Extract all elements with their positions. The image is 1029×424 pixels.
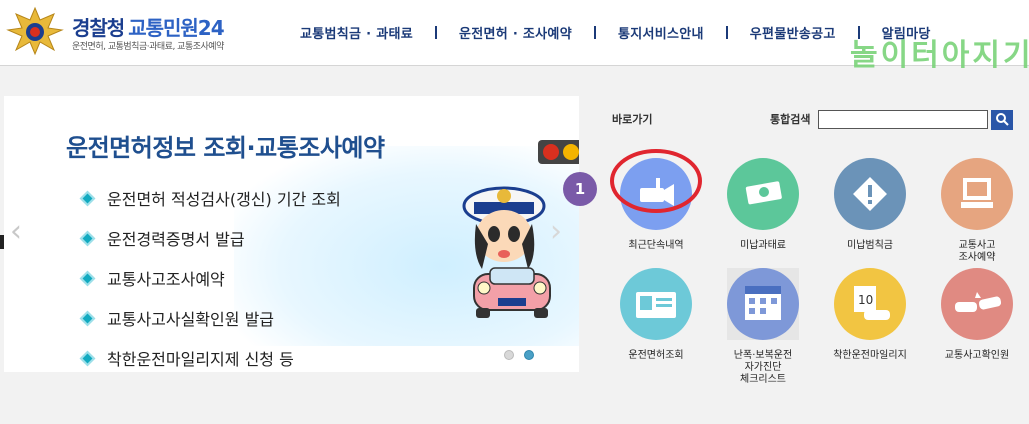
- search-icon: [996, 112, 1009, 126]
- tile-unpaid-penalty[interactable]: 미납범칙금: [820, 158, 920, 278]
- banner-title: 운전면허정보 조회·교통조사예약: [66, 134, 385, 162]
- list-item-text: 운전경력증명서 발급: [107, 230, 245, 249]
- diamond-bullet-icon: [79, 190, 96, 206]
- logo[interactable]: 경찰청 교통민원24 운전면허, 교통범칙금·과태료, 교통조사예약: [4, 6, 294, 56]
- tile-label: 난폭·보복운전 자가진단 체크리스트: [733, 350, 793, 385]
- money-icon: [727, 158, 799, 230]
- next-slide-arrow-icon[interactable]: ›: [550, 214, 562, 249]
- traffic-light-icon: [538, 140, 579, 164]
- tile-label: 미납과태료: [740, 240, 786, 251]
- nav-divider: [434, 25, 437, 39]
- shortcut-heading: 바로가기: [612, 113, 653, 126]
- tile-label: 최근단속내역: [628, 240, 684, 251]
- nav-notice-service[interactable]: 통지서비스안내: [618, 23, 704, 42]
- tile-label: 운전면허조회: [628, 350, 684, 361]
- mileage-icon: 10: [834, 268, 906, 340]
- step-badge: 1: [563, 172, 597, 206]
- warning-icon: [834, 158, 906, 230]
- nav-fines[interactable]: 교통범칙금 · 과태료: [300, 23, 413, 42]
- search-input[interactable]: [818, 110, 988, 129]
- list-item-text: 교통사고조사예약: [107, 270, 225, 289]
- list-item-text: 착한운전마일리지제 신청 등: [107, 350, 294, 369]
- slide-dot-1[interactable]: [504, 350, 514, 360]
- site-header: 경찰청 교통민원24 운전면허, 교통범칙금·과태료, 교통조사예약 교통범칙금 …: [0, 0, 1029, 73]
- nav-divider: [725, 25, 728, 39]
- diamond-bullet-icon: [79, 310, 96, 326]
- logo-title: 경찰청 교통민원24: [72, 12, 225, 41]
- slide-indicator: [504, 350, 534, 360]
- diamond-bullet-icon: [79, 230, 96, 246]
- tile-accident-certificate[interactable]: 교통사고확인원: [927, 268, 1027, 388]
- logo-main-text: 경찰청: [72, 16, 125, 40]
- prev-slide-arrow-icon[interactable]: ‹: [10, 214, 22, 249]
- list-item-text: 운전면허 적성검사(갱신) 기간 조회: [107, 190, 341, 209]
- logo-service-text: 교통민원24: [128, 16, 224, 40]
- main-banner: 운전면허정보 조회·교통조사예약 운전면허 적성검사(갱신) 기간 조회 운전경…: [4, 96, 579, 372]
- search-button[interactable]: [991, 110, 1013, 130]
- crash-icon: [941, 268, 1013, 340]
- main-nav: 교통범칙금 · 과태료 운전면허 · 조사예약 통지서비스안내 우편물반송공고 …: [300, 22, 931, 42]
- watermark: 놀이터아지기: [850, 38, 1029, 73]
- tile-driving-checklist[interactable]: 난폭·보복운전 자가진단 체크리스트: [713, 268, 813, 388]
- diamond-bullet-icon: [79, 270, 96, 286]
- list-item: 착한운전마일리지제 신청 등: [79, 338, 341, 372]
- nav-divider: [593, 25, 596, 39]
- tile-unpaid-fine[interactable]: 미납과태료: [713, 158, 813, 278]
- logo-tagline: 운전면허, 교통범칙금·과태료, 교통조사예약: [72, 42, 224, 52]
- tile-label: 교통사고확인원: [944, 350, 1010, 361]
- id-card-icon: [620, 268, 692, 340]
- list-item: 교통사고조사예약: [79, 258, 341, 298]
- calendar-icon: [727, 268, 799, 340]
- police-emblem-icon: [6, 6, 64, 56]
- search-label: 통합검색: [770, 113, 811, 126]
- tile-label: 착한운전마일리지: [833, 350, 907, 361]
- police-mascot-illustration: [462, 186, 551, 318]
- tile-label: 미납범칙금: [847, 240, 893, 251]
- slide-dot-2[interactable]: [524, 350, 534, 360]
- diamond-bullet-icon: [79, 350, 96, 366]
- tile-label: 교통사고 조사예약: [958, 240, 996, 263]
- tile-accident-booking[interactable]: 교통사고 조사예약: [927, 158, 1027, 278]
- computer-icon: [941, 158, 1013, 230]
- banner-list: 운전면허 적성검사(갱신) 기간 조회 운전경력증명서 발급 교통사고조사예약 …: [79, 178, 341, 372]
- list-item: 운전경력증명서 발급: [79, 218, 341, 258]
- list-item: 운전면허 적성검사(갱신) 기간 조회: [79, 178, 341, 218]
- list-item: 교통사고사실확인원 발급: [79, 298, 341, 338]
- highlight-circle: [610, 149, 702, 213]
- tile-good-driving-mileage[interactable]: 10 착한운전마일리지: [820, 268, 920, 388]
- svg-text:10: 10: [858, 293, 873, 307]
- nav-returned-mail[interactable]: 우편물반송공고: [750, 23, 836, 42]
- list-item-text: 교통사고사실확인원 발급: [107, 310, 275, 329]
- tile-license-lookup[interactable]: 운전면허조회: [606, 268, 706, 388]
- nav-license[interactable]: 운전면허 · 조사예약: [459, 23, 572, 42]
